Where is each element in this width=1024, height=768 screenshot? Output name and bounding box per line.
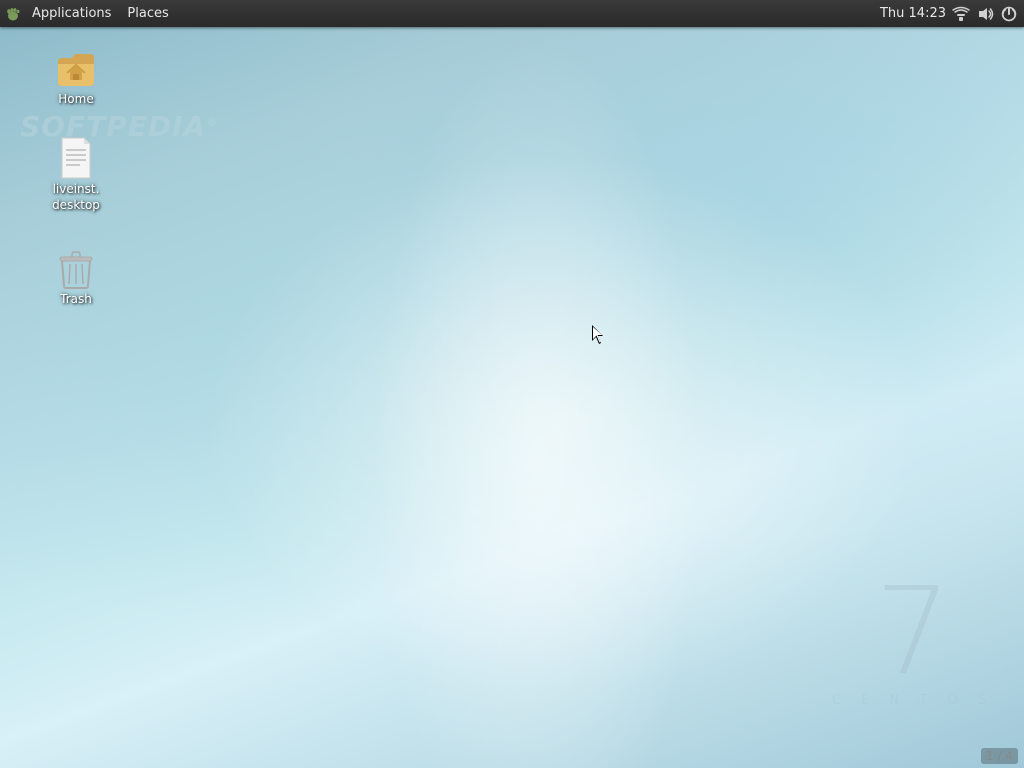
places-menu[interactable]: Places [119,0,176,27]
home-icon[interactable]: Home [36,40,116,112]
home-icon-label: Home [58,92,93,108]
gnome-foot-icon[interactable] [2,0,24,27]
panel-right: Thu 14:23 [880,5,1024,23]
network-icon[interactable] [952,5,970,23]
applications-menu[interactable]: Applications [24,0,119,27]
workspace-indicator: 1 / 4 [981,748,1018,764]
trash-icon[interactable]: Trash [36,240,116,312]
panel-left: Applications Places [0,0,880,27]
volume-icon[interactable] [976,5,994,23]
liveinst-icon[interactable]: liveinst. desktop [36,130,116,217]
panel-clock: Thu 14:23 [880,6,946,21]
liveinst-icon-label: liveinst. desktop [52,182,100,213]
desktop-background [0,0,1024,768]
trash-icon-label: Trash [60,292,92,308]
top-panel: Applications Places Thu 14:23 [0,0,1024,27]
session-icon[interactable] [1000,5,1018,23]
